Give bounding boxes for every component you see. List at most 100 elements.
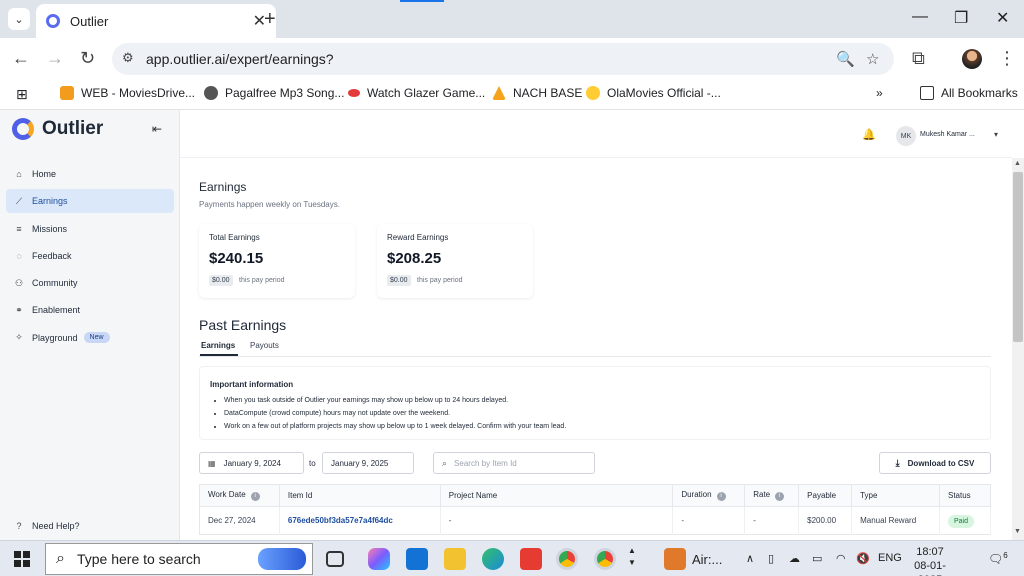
browser-menu-icon[interactable]: ⋮ — [998, 48, 1016, 69]
back-arrow-icon[interactable]: ← — [12, 48, 30, 69]
wps-office-icon[interactable] — [520, 548, 542, 570]
all-bookmarks-folder[interactable]: All Bookmarks — [920, 86, 1018, 100]
table-row[interactable]: Dec 27, 2024 676ede50bf3da57e7a4f64dc - … — [199, 506, 992, 535]
caret-down-icon[interactable]: ▾ — [994, 130, 998, 139]
new-badge: New — [83, 332, 110, 344]
restore-icon[interactable]: ❐ — [954, 8, 968, 28]
cell-status: Paid — [939, 506, 992, 535]
chrome-icon[interactable] — [594, 548, 616, 570]
item-id-search[interactable]: ⌕ — [433, 452, 595, 474]
battery-icon[interactable]: ▭ — [812, 552, 822, 565]
bookmark-olamovies[interactable]: OlaMovies Official -... — [586, 86, 721, 100]
wifi-icon[interactable]: ◠ — [836, 552, 846, 565]
handshake-icon: ⚭ — [15, 304, 23, 315]
outlier-logo[interactable]: Outlier — [12, 118, 103, 140]
bookmark-glazer[interactable]: Watch Glazer Game... — [348, 86, 485, 100]
col-type[interactable]: Type — [851, 484, 940, 507]
page-scrollbar[interactable]: ▲ ▼ — [1012, 158, 1024, 540]
sidebar-item-enablement[interactable]: ⚭ Enablement — [6, 298, 174, 322]
col-duration[interactable]: Duration i — [672, 484, 746, 507]
col-rate[interactable]: Rate i — [744, 484, 800, 507]
info-item: Work on a few out of platform projects m… — [224, 420, 566, 433]
tray-phone-icon[interactable]: ▯ — [768, 552, 774, 565]
edge-icon[interactable] — [482, 548, 504, 570]
sidebar-item-community[interactable]: ⚇ Community — [6, 271, 174, 295]
windows-start-icon[interactable] — [14, 551, 30, 567]
onedrive-icon[interactable]: ☁ — [789, 552, 800, 565]
sidebar-item-missions[interactable]: ≡ Missions — [6, 217, 174, 241]
user-name[interactable]: Mukesh Kamar ... — [920, 131, 975, 138]
tab-title: Outlier — [70, 13, 109, 29]
copilot-icon[interactable] — [368, 548, 390, 570]
scroll-thumb[interactable] — [1013, 172, 1023, 342]
window-close-icon[interactable]: ✕ — [996, 8, 1009, 28]
bookmark-pagalfree[interactable]: Pagalfree Mp3 Song... — [204, 86, 344, 100]
minimize-icon[interactable]: — — [912, 8, 928, 26]
taskbar-search[interactable]: ⌕ Type here to search — [45, 543, 313, 575]
tray-chevron-icon[interactable]: ∧ — [746, 552, 754, 565]
profile-avatar[interactable] — [962, 49, 982, 69]
more-bookmarks-chevron-icon[interactable]: » — [876, 86, 883, 100]
sidebar-item-home[interactable]: ⌂ Home — [6, 162, 174, 186]
cell-item-id[interactable]: 676ede50bf3da57e7a4f64dc — [279, 506, 441, 535]
outlook-icon[interactable] — [406, 548, 428, 570]
info-icon[interactable]: i — [775, 492, 785, 501]
item-id-link[interactable]: 676ede50bf3da57e7a4f64dc — [288, 516, 393, 525]
speaker-muted-icon[interactable]: 🔇 — [856, 552, 870, 565]
tab-payouts[interactable]: Payouts — [250, 341, 279, 350]
info-item: When you task outside of Outlier your ea… — [224, 394, 566, 407]
taskbar-scroll-arrows-icon[interactable]: ▲ ▼ — [628, 545, 636, 569]
collapse-sidebar-icon[interactable]: ⇤ — [152, 122, 162, 136]
sidebar-item-playground[interactable]: ✧ Playground New — [6, 326, 174, 350]
bell-icon[interactable]: 🔔 — [862, 128, 876, 141]
sidebar-item-feedback[interactable]: ◌ Feedback — [6, 244, 174, 268]
file-explorer-icon[interactable] — [444, 548, 466, 570]
date-from-picker[interactable]: ▦ January 9, 2024 — [199, 452, 304, 474]
sidebar-item-earnings[interactable]: ⟋ Earnings — [6, 189, 174, 214]
col-payable[interactable]: Payable — [798, 484, 853, 507]
zoom-icon[interactable]: 🔍 — [836, 50, 855, 68]
cell-type: Manual Reward — [851, 506, 940, 535]
notification-center-icon[interactable]: 🗨6 — [988, 551, 1008, 566]
taskbar-search-text: Type here to search — [76, 551, 201, 567]
reload-icon[interactable]: ↻ — [80, 48, 95, 69]
browser-tab-outlier[interactable]: Outlier ✕ — [36, 4, 276, 38]
forward-arrow-icon[interactable]: → — [46, 48, 64, 69]
info-icon[interactable]: i — [250, 492, 260, 501]
apps-grid-icon[interactable]: ⊞ — [16, 86, 28, 103]
col-item-id[interactable]: Item Id — [279, 484, 441, 507]
cell-payable: $200.00 — [798, 506, 853, 535]
bookmark-moviesdrive[interactable]: WEB - MoviesDrive... — [60, 86, 195, 100]
chrome-icon[interactable] — [556, 548, 578, 570]
language-indicator[interactable]: ENG — [878, 552, 902, 564]
airtel-app-icon[interactable] — [664, 548, 686, 570]
extensions-puzzle-icon[interactable]: ⧉ — [912, 48, 925, 69]
bookmark-star-icon[interactable]: ☆ — [866, 50, 879, 68]
need-help-link[interactable]: ? Need Help? — [12, 521, 79, 531]
chat-icon: ◌ — [16, 250, 22, 261]
date-to-picker[interactable]: January 9, 2025 — [322, 452, 414, 474]
bookmark-nach-base[interactable]: NACH BASE — [492, 86, 582, 100]
site-settings-icon[interactable]: ⚙ — [122, 50, 134, 66]
home-icon: ⌂ — [16, 169, 22, 179]
url-text: app.outlier.ai/expert/earnings? — [146, 51, 334, 67]
sidebar-item-label: Home — [32, 169, 57, 179]
task-view-icon[interactable] — [326, 551, 344, 567]
col-work-date[interactable]: Work Date i — [199, 484, 280, 507]
tab-search-chevron-icon[interactable]: ⌄ — [8, 8, 30, 30]
col-status[interactable]: Status — [939, 484, 992, 507]
tab-earnings[interactable]: Earnings — [201, 341, 235, 350]
user-avatar[interactable]: MK — [896, 126, 916, 146]
list-icon: ≡ — [16, 223, 22, 234]
download-csv-button[interactable]: ⤓ Download to CSV — [879, 452, 991, 474]
col-project-name[interactable]: Project Name — [440, 484, 674, 507]
info-icon[interactable]: i — [716, 492, 726, 501]
scroll-down-icon[interactable]: ▼ — [1014, 528, 1021, 535]
scroll-up-icon[interactable]: ▲ — [1014, 160, 1021, 167]
new-tab-plus-icon[interactable]: + — [264, 8, 276, 31]
search-input[interactable] — [454, 458, 585, 468]
taskbar-clock[interactable]: 18:07 08-01-2025 — [902, 545, 958, 576]
address-bar[interactable]: ⚙ app.outlier.ai/expert/earnings? 🔍 ☆ — [112, 43, 894, 75]
cell-project: - — [440, 506, 674, 535]
moviesdrive-icon — [60, 86, 74, 100]
